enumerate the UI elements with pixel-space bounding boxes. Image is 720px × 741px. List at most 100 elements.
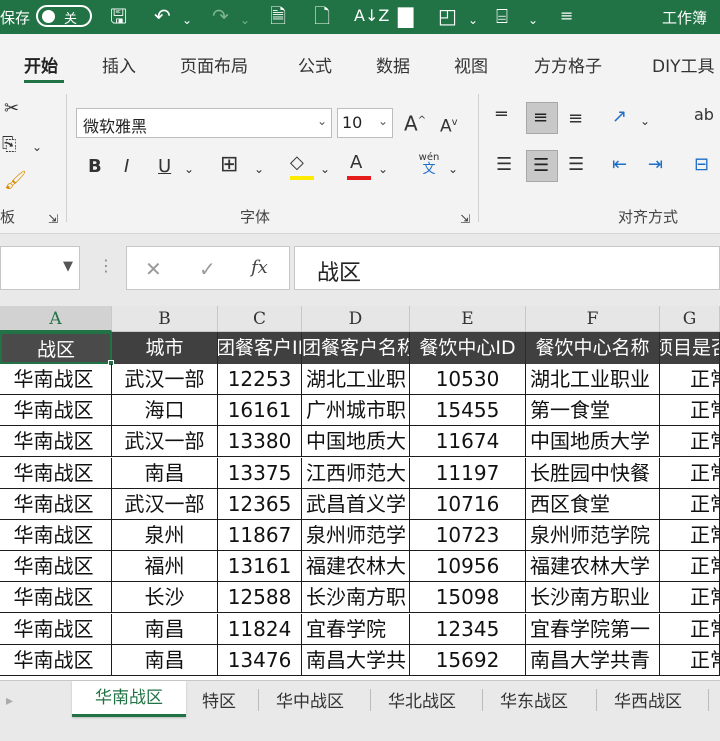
table-cell[interactable]: 长沙南方职 (302, 582, 410, 614)
table-cell[interactable]: 南昌 (112, 644, 218, 676)
header-cell-client-name[interactable]: 团餐客户名称 (302, 332, 410, 364)
table-cell[interactable]: 正常 (660, 551, 720, 583)
table-cell[interactable]: 南昌 (112, 613, 218, 645)
table-cell[interactable]: 宜春学院 (302, 613, 410, 645)
column-header-a[interactable]: A (0, 306, 112, 332)
table-cell[interactable]: 11197 (410, 457, 526, 489)
table-cell[interactable]: 正常 (660, 644, 720, 676)
spreadsheet-grid[interactable]: A B C D E F G 战区 城市 团餐客户ID 团餐客户名称 餐饮中心ID… (0, 306, 720, 680)
customize-icon[interactable]: ≡ (560, 4, 573, 28)
table-cell[interactable]: 华南战区 (0, 520, 112, 551)
table-cell[interactable]: 10716 (410, 488, 526, 520)
column-header-e[interactable]: E (410, 306, 526, 332)
font-color-icon[interactable]: A (350, 152, 362, 174)
table-cell[interactable]: 福州 (112, 551, 218, 583)
undo-dropdown-icon[interactable]: ⌄ (182, 8, 192, 32)
redo-dropdown-icon[interactable]: ⌄ (240, 8, 250, 32)
align-bottom-icon[interactable]: ≡ (568, 108, 583, 130)
column-header-d[interactable]: D (302, 306, 410, 332)
table-cell[interactable]: 正常 (660, 613, 720, 645)
table-cell[interactable]: 南昌大学共青 (526, 644, 660, 676)
table-cell[interactable]: 正常 (660, 364, 720, 395)
table-cell[interactable]: 武昌首义学 (302, 488, 410, 520)
merge-center-icon[interactable]: ⊟ (694, 154, 709, 176)
table-cell[interactable]: 华南战区 (0, 426, 112, 458)
cancel-icon[interactable]: ✕ (145, 257, 162, 281)
align-left-icon[interactable]: ☰ (496, 154, 512, 176)
table-cell[interactable]: 广州城市职 (302, 395, 410, 427)
font-color-dropdown-icon[interactable]: ⌄ (378, 158, 388, 180)
table-cell[interactable]: 13476 (218, 644, 302, 676)
table-cell[interactable]: 正常 (660, 395, 720, 427)
table-cell[interactable]: 正常 (660, 457, 720, 489)
decrease-indent-icon[interactable]: ⇤ (612, 154, 627, 176)
header-cell-client-id[interactable]: 团餐客户ID (218, 332, 302, 364)
cut-icon[interactable]: ✂ (4, 98, 19, 120)
table-cell[interactable]: 长胜园中快餐 (526, 457, 660, 489)
table-cell[interactable]: 西区食堂 (526, 488, 660, 520)
sheet-tab-huazhong[interactable]: 华中战区 (276, 687, 344, 712)
header-cell-region[interactable]: 战区 (0, 332, 112, 364)
chart-icon[interactable]: ▇ (398, 4, 413, 28)
fill-color-dropdown-icon[interactable]: ⌄ (320, 158, 330, 180)
table-cell[interactable]: 第一食堂 (526, 395, 660, 427)
table-cell[interactable]: 泉州师范学院 (526, 520, 660, 551)
autosave-toggle[interactable]: 关 (36, 5, 92, 27)
font-launcher-icon[interactable]: ⇲ (460, 208, 470, 230)
table-cell[interactable]: 正常 (660, 488, 720, 520)
table-cell[interactable]: 中国地质大 (302, 426, 410, 458)
table-cell[interactable]: 15098 (410, 582, 526, 614)
confirm-icon[interactable]: ✓ (199, 257, 216, 281)
header-cell-city[interactable]: 城市 (112, 332, 218, 364)
table-cell[interactable]: 泉州师范学 (302, 520, 410, 551)
align-top-icon[interactable]: ═ (496, 104, 507, 126)
table-cell[interactable]: 福建农林大 (302, 551, 410, 583)
orientation-icon[interactable]: ↗ (612, 106, 627, 128)
sort-icon[interactable]: A↓Z (354, 4, 389, 28)
tab-formulas[interactable]: 公式 (298, 52, 332, 77)
table-cell[interactable]: 宜春学院第一 (526, 613, 660, 645)
formula-input[interactable]: 战区 (294, 246, 720, 290)
table-cell[interactable]: 长沙 (112, 582, 218, 614)
table-cell[interactable]: 华南战区 (0, 395, 112, 427)
table-cell[interactable]: 正常 (660, 582, 720, 614)
table-cell[interactable]: 11824 (218, 613, 302, 645)
shrink-font-icon[interactable]: Av (440, 112, 458, 138)
table-cell[interactable]: 华南战区 (0, 582, 112, 614)
copy-dropdown-icon[interactable]: ⌄ (32, 136, 42, 158)
table-cell[interactable]: 江西师范大 (302, 457, 410, 489)
textbox-dropdown-icon[interactable]: ⌄ (528, 8, 538, 32)
clipboard-launcher-icon[interactable]: ⇲ (48, 208, 58, 230)
table-cell[interactable]: 武汉一部 (112, 364, 218, 395)
tab-fangfanggezi[interactable]: 方方格子 (534, 52, 602, 77)
sheet-tab-huaxi[interactable]: 华西战区 (614, 687, 682, 712)
table-cell[interactable]: 10530 (410, 364, 526, 395)
table-cell[interactable]: 12365 (218, 488, 302, 520)
font-size-box[interactable]: 10 ⌄ (337, 108, 393, 138)
sheet-tab-huabei[interactable]: 华北战区 (388, 687, 456, 712)
table-cell[interactable]: 华南战区 (0, 613, 112, 645)
table-cell[interactable]: 华南战区 (0, 644, 112, 676)
table-cell[interactable]: 13380 (218, 426, 302, 458)
table-cell[interactable]: 华南战区 (0, 488, 112, 520)
table-cell[interactable]: 南昌大学共 (302, 644, 410, 676)
tab-diy-tools[interactable]: DIY工具 (652, 52, 715, 77)
tab-home[interactable]: 开始 (24, 52, 58, 77)
table-cell[interactable]: 11867 (218, 520, 302, 551)
sheet-tab-tequ[interactable]: 特区 (202, 687, 236, 712)
table-cell[interactable]: 华南战区 (0, 551, 112, 583)
underline-button[interactable]: U (158, 156, 171, 178)
table-cell[interactable]: 海口 (112, 395, 218, 427)
align-center-button[interactable]: ☰ (526, 150, 558, 182)
borders-dropdown-icon[interactable]: ⌄ (254, 158, 264, 180)
table-cell[interactable]: 福建农林大学 (526, 551, 660, 583)
print-preview-icon[interactable]: 🗎 (270, 4, 286, 28)
sheet-tab-huadong[interactable]: 华东战区 (500, 687, 568, 712)
table-cell[interactable]: 10956 (410, 551, 526, 583)
table-cell[interactable]: 武汉一部 (112, 426, 218, 458)
table-cell[interactable]: 正常 (660, 426, 720, 458)
tab-view[interactable]: 视图 (454, 52, 488, 77)
table-cell[interactable]: 16161 (218, 395, 302, 427)
table-cell[interactable]: 10723 (410, 520, 526, 551)
table-cell[interactable]: 华南战区 (0, 364, 112, 395)
